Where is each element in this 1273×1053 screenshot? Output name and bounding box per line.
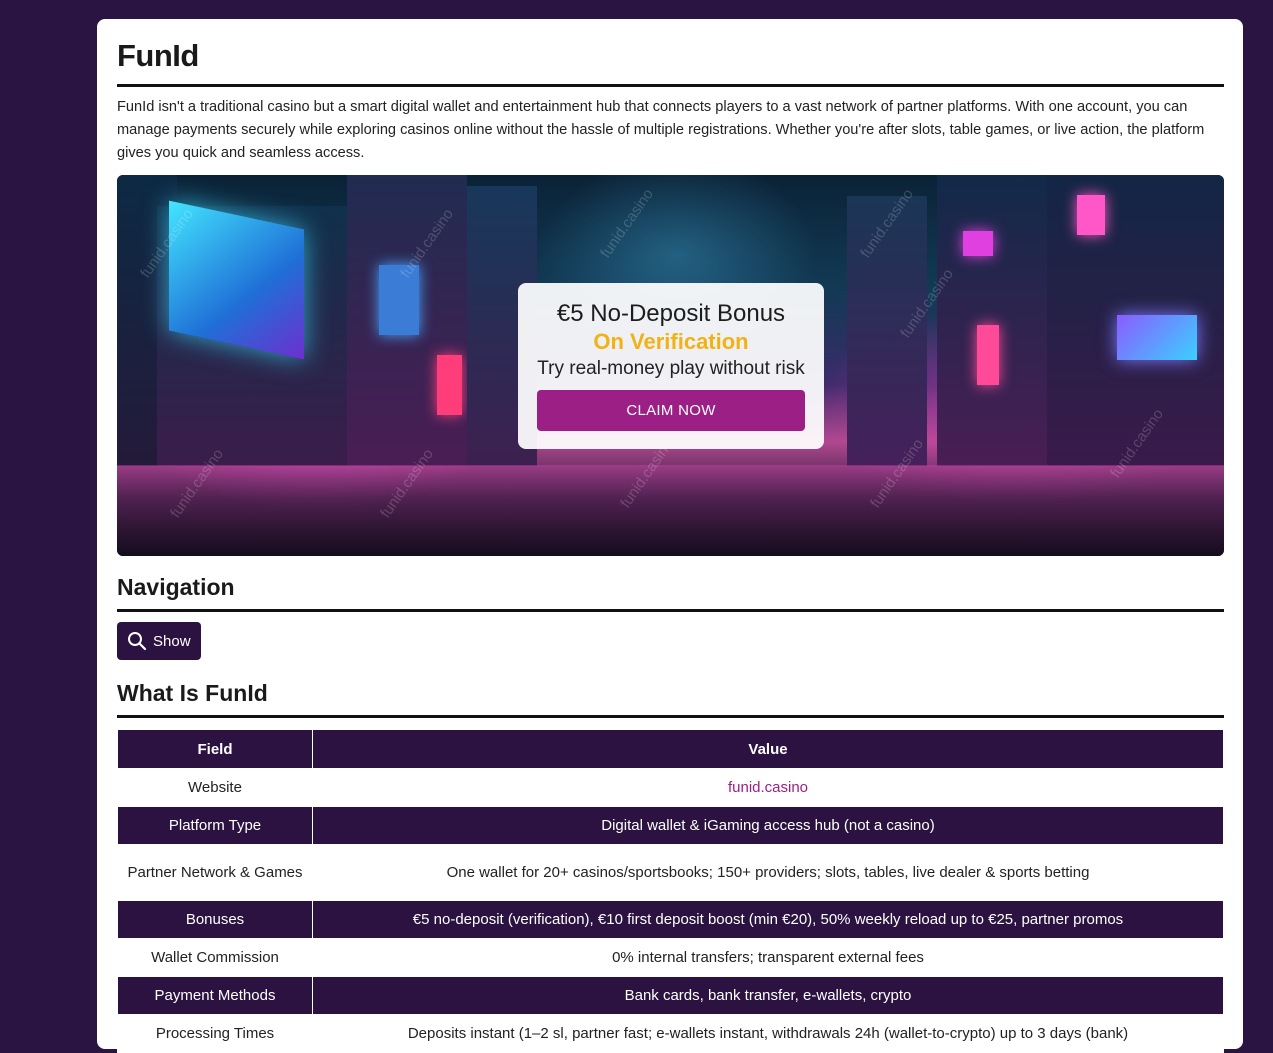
field-cell: Processing Times bbox=[117, 1014, 313, 1053]
table-row: Processing Times Deposits instant (1–2 s… bbox=[117, 1014, 1224, 1053]
website-link[interactable]: funid.casino bbox=[728, 779, 808, 796]
field-cell: Website bbox=[117, 768, 313, 807]
value-cell: One wallet for 20+ casinos/sportsbooks; … bbox=[312, 844, 1224, 901]
show-navigation-button[interactable]: Show bbox=[117, 622, 201, 660]
table-row: Platform Type Digital wallet & iGaming a… bbox=[117, 806, 1224, 845]
promo-subtitle: On Verification bbox=[593, 329, 749, 354]
search-icon bbox=[128, 632, 147, 651]
value-cell: €5 no-deposit (verification), €10 first … bbox=[312, 900, 1224, 939]
neon-screen bbox=[1117, 315, 1197, 360]
column-header-field: Field bbox=[117, 729, 313, 769]
claim-now-button[interactable]: CLAIM NOW bbox=[537, 390, 805, 431]
wet-street-reflection bbox=[117, 465, 1224, 556]
field-cell: Payment Methods bbox=[117, 976, 313, 1015]
neon-sign bbox=[977, 325, 999, 385]
column-header-value: Value bbox=[312, 729, 1224, 769]
promo-title: €5 No-Deposit Bonus bbox=[556, 300, 786, 327]
page-title: FunId bbox=[117, 19, 1224, 87]
info-table: Field Value Website funid.casino Platfor… bbox=[117, 729, 1224, 1053]
value-cell: 0% internal transfers; transparent exter… bbox=[312, 938, 1224, 977]
neon-sign bbox=[1077, 195, 1105, 235]
value-cell: Bank cards, bank transfer, e-wallets, cr… bbox=[312, 976, 1224, 1015]
field-cell: Partner Network & Games bbox=[117, 844, 313, 901]
table-row: Bonuses €5 no-deposit (verification), €1… bbox=[117, 900, 1224, 939]
table-row: Payment Methods Bank cards, bank transfe… bbox=[117, 976, 1224, 1015]
field-cell: Bonuses bbox=[117, 900, 313, 939]
watermark-text: funid.casino bbox=[597, 185, 657, 262]
promo-description: Try real-money play without risk bbox=[537, 358, 805, 379]
value-cell: Deposits instant (1–2 sl, partner fast; … bbox=[312, 1014, 1224, 1053]
content-card: FunId FunId isn't a traditional casino b… bbox=[97, 19, 1243, 1053]
show-button-label: Show bbox=[153, 632, 191, 650]
field-cell: Wallet Commission bbox=[117, 938, 313, 977]
value-cell: funid.casino bbox=[312, 768, 1224, 807]
table-row: Website funid.casino bbox=[117, 768, 1224, 807]
navigation-heading: Navigation bbox=[117, 572, 1224, 612]
value-cell: Digital wallet & iGaming access hub (not… bbox=[312, 806, 1224, 845]
building-shape bbox=[937, 175, 1047, 466]
what-is-heading: What Is FunId bbox=[117, 678, 1224, 718]
table-header-row: Field Value bbox=[117, 729, 1224, 769]
table-row: Wallet Commission 0% internal transfers;… bbox=[117, 938, 1224, 977]
hero-banner: funid.casino funid.casino funid.casino f… bbox=[117, 175, 1224, 556]
neon-sign bbox=[437, 355, 462, 415]
field-cell: Platform Type bbox=[117, 806, 313, 845]
bonus-promo-box: €5 No-Deposit Bonus On Verification Try … bbox=[518, 283, 824, 449]
neon-sign bbox=[963, 231, 993, 256]
intro-paragraph: FunId isn't a traditional casino but a s… bbox=[117, 99, 1205, 161]
table-row: Partner Network & Games One wallet for 2… bbox=[117, 844, 1224, 901]
